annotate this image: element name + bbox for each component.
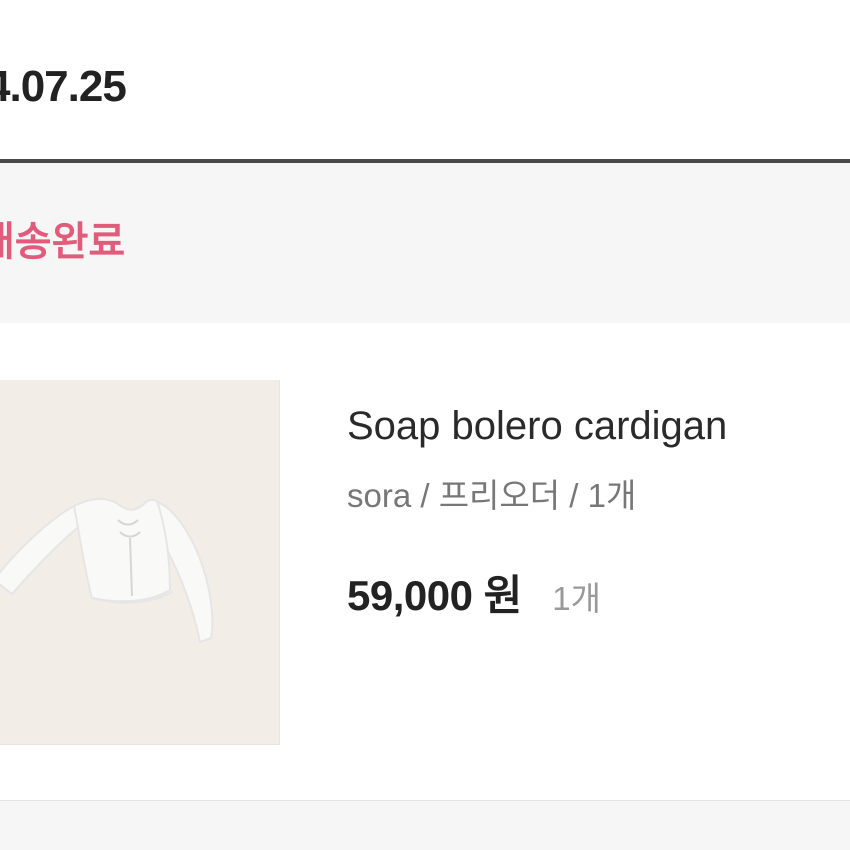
cardigan-image (0, 498, 214, 643)
delivery-status: 배송완료 (0, 220, 126, 264)
product-option: sora / 프리오더 / 1개 (347, 477, 637, 514)
product-thumbnail[interactable] (0, 380, 280, 745)
product-name[interactable]: Soap bolero cardigan (347, 402, 727, 450)
product-price: 59,000 원 (347, 572, 522, 619)
price-row: 59,000 원 1개 (347, 570, 601, 632)
product-quantity: 1개 (552, 580, 601, 617)
order-date: 4.07.25 (0, 62, 127, 111)
order-status-band (0, 163, 850, 323)
bottom-area (0, 801, 850, 850)
